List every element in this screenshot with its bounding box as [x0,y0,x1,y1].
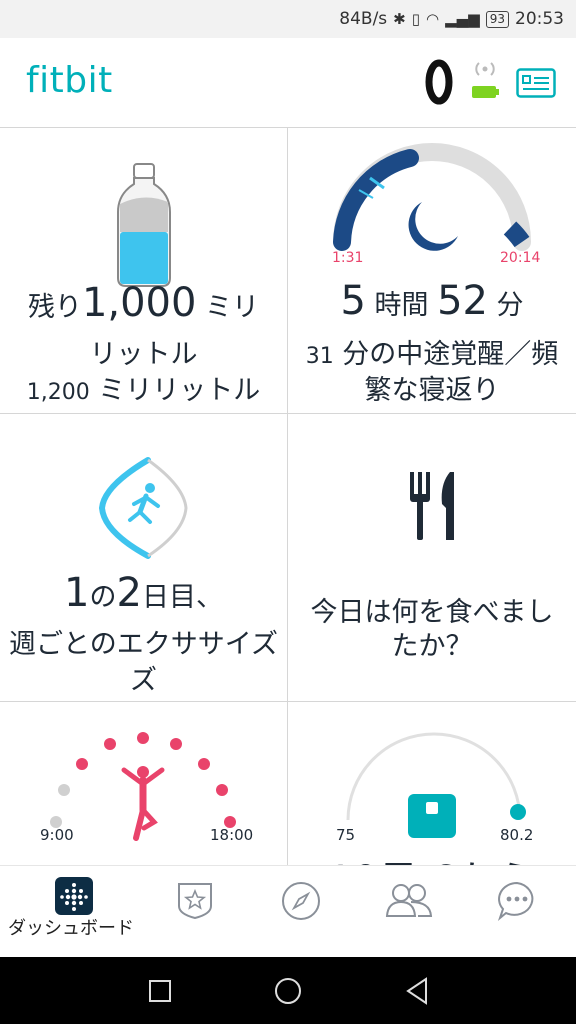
water-remaining: 残り1,000 ミリ [27,280,260,326]
exercise-tile[interactable]: 1の2日目、 週ごとのエクササイズ ズ [0,414,288,702]
network-speed: 84B/s [339,9,388,29]
profile-card-icon[interactable] [516,68,556,98]
bluetooth-icon: ✱ [393,10,406,28]
hourly-end-time: 18:00 [210,826,254,844]
sync-status-icon [472,62,499,98]
dashboard-icon [55,877,93,915]
app-header: fitbit [0,38,576,128]
chat-bubble-icon [497,881,534,922]
sleep-tile[interactable]: 1:31 20:14 5 時間 52 分 31 分の中途覚醒／頻 繁な寝返り [288,128,576,414]
food-prompt-line2: たか？ [391,631,473,662]
recent-apps-icon[interactable] [148,979,172,1003]
nav-challenges[interactable] [138,866,253,958]
weight-summary-text: 10日 6から [290,848,574,865]
sleep-restless-detail: 繁な寝返り [364,375,500,406]
water-remaining-unit: リットル [89,339,198,370]
nav-dashboard-label: ダッシュボード [8,918,134,939]
sleep-duration: 5 時間 52 分 [340,278,524,324]
hourly-activity-tile[interactable]: 9:00 18:00 [0,702,288,865]
nav-dashboard[interactable]: ダッシュボード [8,866,134,958]
cell-signal-icon: ▂▄▆ [445,10,480,28]
bottom-navigation: ダッシュボード [0,865,576,957]
fork-knife-icon [410,472,454,540]
exercise-progress-ring [98,457,188,559]
clock: 20:53 [515,9,564,29]
tracker-device-icon[interactable] [425,58,459,106]
compass-icon [282,882,320,920]
home-icon[interactable] [274,977,302,1005]
sleep-awake-detail: 31 分の中途覚醒／頻 [305,339,559,370]
sleep-end-time: 20:14 [500,250,541,266]
scale-icon [408,794,456,838]
fitbit-logo: fitbit [26,60,113,101]
nav-friends[interactable] [352,866,467,958]
wifi-icon: ◠ [426,10,440,28]
water-bottle-icon [117,163,171,287]
running-person-icon [128,483,160,524]
moon-icon [408,202,458,251]
nav-discover[interactable] [244,866,359,958]
weight-start-value: 75 [336,826,356,844]
water-tile[interactable]: 残り1,000 ミリ リットル 1,200 ミリリットル [0,128,288,414]
battery-icon: 93 [485,10,509,28]
hourly-activity-dots [50,732,236,841]
status-bar: 84B/s ✱ ▯ ◠ ▂▄▆ 93 20:53 [0,0,576,38]
exercise-label-wrap: ズ [130,665,157,696]
system-navigation-bar [0,957,576,1024]
sleep-start-time: 1:31 [332,250,364,266]
exercise-label: 週ごとのエクササイズ [9,629,278,660]
exercise-days-count: 1の2日目、 [64,570,223,616]
water-goal: 1,200 ミリリットル [26,375,261,406]
back-icon[interactable] [404,977,430,1005]
stretching-person-icon [121,766,165,841]
friends-icon [385,884,433,917]
hourly-start-time: 9:00 [40,826,74,844]
food-tile[interactable]: 今日は何を食べまし たか？ [288,414,576,702]
star-badge-icon [178,883,212,920]
weight-tile[interactable]: 75 80.2 10日 6から [288,702,576,865]
dashboard-grid: 残り1,000 ミリ リットル 1,200 ミリリットル 1:31 20:14 … [0,128,576,865]
weight-end-value: 80.2 [500,826,534,844]
nav-community[interactable] [460,866,575,958]
vibrate-icon: ▯ [411,10,421,28]
